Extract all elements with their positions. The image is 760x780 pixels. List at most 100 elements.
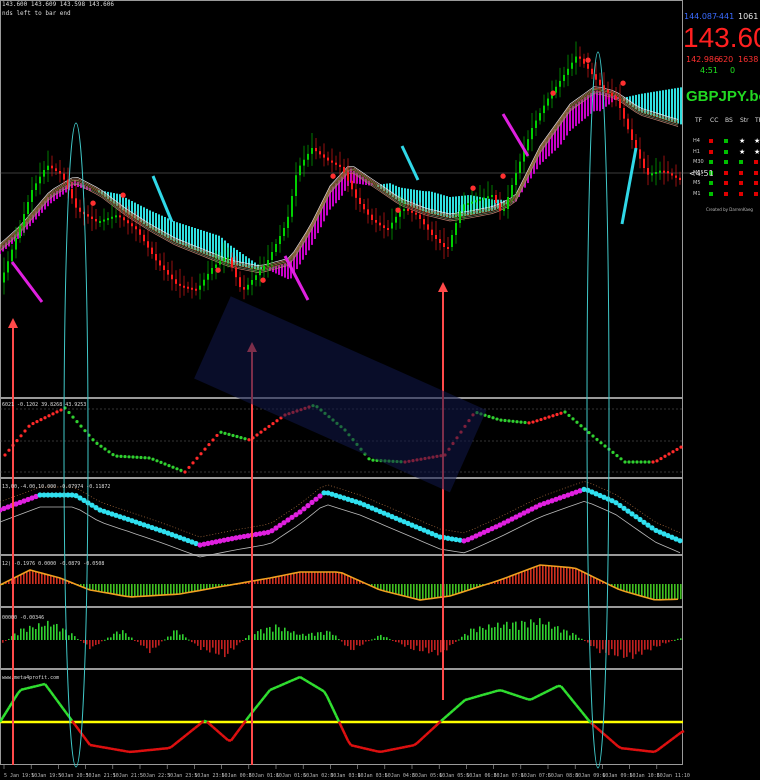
histogram-bar xyxy=(326,630,328,640)
signal-curve xyxy=(452,706,457,712)
histogram-bar xyxy=(422,640,424,652)
signal-curve xyxy=(191,727,196,732)
signal-curve xyxy=(61,707,68,714)
candle-body xyxy=(95,219,97,222)
histogram-bar xyxy=(191,584,193,593)
candle-body xyxy=(475,200,477,203)
candle-body xyxy=(643,158,645,168)
signal-curve xyxy=(500,689,505,693)
indicator-pane-5[interactable] xyxy=(0,675,685,754)
histogram-bar xyxy=(269,627,271,640)
price-pane[interactable]: ● ● ● ● ● ● ● ● ● ● ● xyxy=(0,41,682,300)
candle-body xyxy=(483,197,485,200)
oscillator-dot xyxy=(231,433,235,438)
candle-body xyxy=(395,216,397,223)
oscillator-dot xyxy=(227,432,231,436)
prev-price: 142.986 xyxy=(686,55,720,64)
candle-body xyxy=(7,261,9,273)
histogram-bar xyxy=(317,632,319,640)
signal-curve xyxy=(314,684,319,689)
indicator-pane-4[interactable] xyxy=(2,618,682,659)
histogram-bar xyxy=(395,640,397,642)
trading-chart[interactable]: ● ● ● ● ● ● ● ● ● ● ● 5 Jan 19:105 Jan 19:505 Jan … xyxy=(0,0,760,780)
candle-body xyxy=(275,244,277,252)
signal-curve xyxy=(244,715,251,722)
candle-body xyxy=(627,118,629,130)
candle-body xyxy=(283,228,285,236)
signal-curve xyxy=(257,700,262,706)
candle-body xyxy=(359,197,361,204)
histogram-bar xyxy=(137,584,139,597)
histogram-bar xyxy=(167,636,169,640)
histogram-bar xyxy=(401,584,403,596)
signal-curve xyxy=(584,715,589,721)
signal-curve xyxy=(299,675,304,680)
signal-curve xyxy=(350,744,355,748)
oscillator-dot xyxy=(67,410,71,415)
oscillator-dot xyxy=(175,467,179,471)
candle-body xyxy=(135,226,137,230)
matrix-cell xyxy=(724,149,728,154)
histogram-bar xyxy=(35,629,37,640)
oscillator-dot xyxy=(543,416,547,420)
signal-curve xyxy=(55,699,62,706)
oscillator-dot xyxy=(563,410,567,414)
oscillator-dot xyxy=(103,447,107,451)
matrix-cell xyxy=(739,160,743,164)
histogram-bar xyxy=(152,584,154,596)
candle-body xyxy=(507,197,509,209)
candle-body xyxy=(363,204,365,210)
histogram-bar xyxy=(389,639,391,641)
histogram-bar xyxy=(224,640,226,658)
indicator-pane-3[interactable] xyxy=(0,564,682,601)
histogram-bar xyxy=(116,584,118,595)
histogram-bar xyxy=(29,570,31,584)
histogram-bar xyxy=(383,584,385,591)
matrix-cell xyxy=(709,149,713,154)
oscillator-dot xyxy=(679,445,683,449)
histogram-bar xyxy=(644,640,646,650)
signal-curve xyxy=(221,734,226,739)
histogram-bar xyxy=(392,584,394,593)
signal-curve xyxy=(569,696,574,702)
signal-curve xyxy=(64,711,71,718)
histogram-bar xyxy=(182,584,184,594)
oscillator-dot xyxy=(171,465,175,469)
histogram-bar xyxy=(158,584,160,596)
histogram-bar xyxy=(491,627,493,640)
histogram-bar xyxy=(344,640,346,646)
histogram-bar xyxy=(131,637,133,640)
signal-curve xyxy=(293,677,298,681)
candle-body xyxy=(167,270,169,275)
trend-arrow xyxy=(400,145,420,181)
signal-curve xyxy=(563,689,568,695)
candle-body xyxy=(175,279,177,284)
candle-body xyxy=(435,235,437,239)
histogram-bar xyxy=(623,584,625,591)
oscillator-dot xyxy=(531,420,535,424)
signal-curve xyxy=(334,714,341,723)
histogram-bar xyxy=(416,640,418,646)
trend-arrow xyxy=(620,147,638,225)
histogram-bar xyxy=(374,638,376,640)
histogram-bar xyxy=(440,640,442,653)
candle-body xyxy=(287,216,289,228)
signal-curve xyxy=(125,750,130,754)
histogram-bar xyxy=(338,639,340,641)
histogram-bar xyxy=(14,578,16,584)
oscillator-dot xyxy=(547,415,551,419)
candle-body xyxy=(519,161,521,173)
histogram-bar xyxy=(206,640,208,651)
indicator-pane-2[interactable] xyxy=(0,481,683,558)
candle-body xyxy=(59,171,61,174)
histogram-bar xyxy=(329,572,331,584)
histogram-bar xyxy=(638,640,640,652)
candle-body xyxy=(299,165,301,176)
credit-text: Created by DarrenKaeg xyxy=(706,207,753,212)
oscillator-dot xyxy=(675,447,679,452)
indicator-1-label: 6021 -0.1202 39.8268 43.9253 xyxy=(2,402,87,408)
signal-curve xyxy=(410,743,415,748)
histogram-bar xyxy=(479,626,481,640)
signal-curve xyxy=(182,734,187,739)
histogram-bar xyxy=(266,578,268,584)
